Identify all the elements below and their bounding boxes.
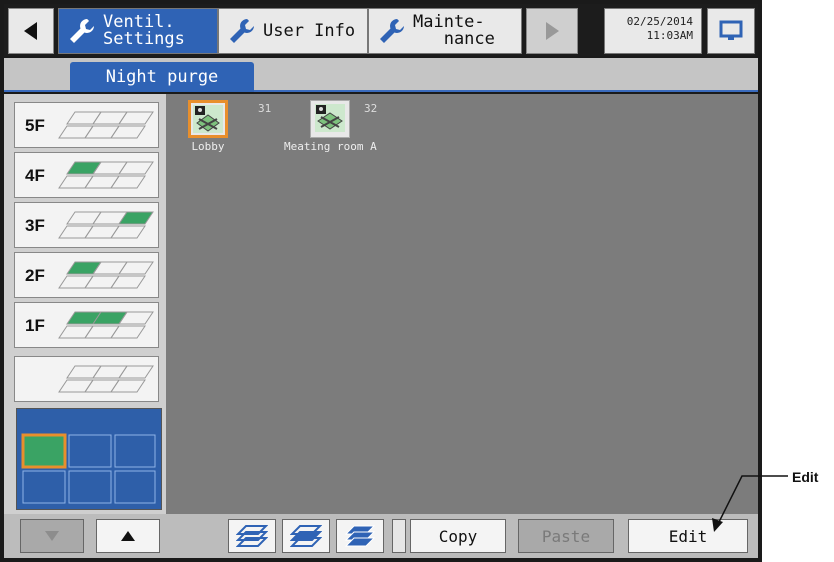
callout-label: Edit xyxy=(792,469,819,485)
callout-line xyxy=(712,475,788,532)
